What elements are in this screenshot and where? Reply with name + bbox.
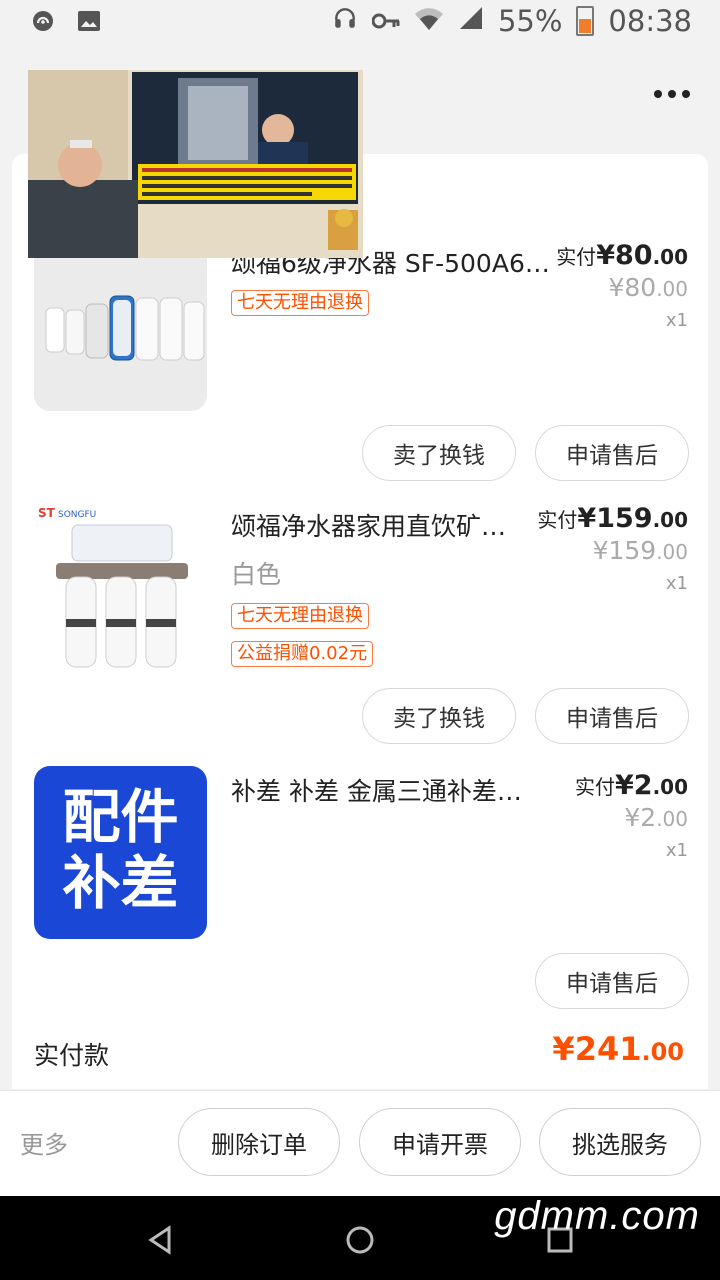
- home-icon[interactable]: [340, 1220, 380, 1260]
- key-icon: [371, 4, 400, 38]
- gallery-icon: [76, 8, 102, 34]
- paid-price: 实付¥159.00: [537, 503, 688, 534]
- paid-price: 实付¥2.00: [574, 770, 688, 801]
- status-bar: 55% 08:38: [0, 0, 720, 44]
- original-price: ¥159.00: [592, 536, 688, 565]
- order-item[interactable]: ST SONGFU 颂福净水器家用直饮矿… 白色 七天无理由退换 公益捐赠0.0…: [12, 501, 708, 761]
- product-title[interactable]: 补差 补差 金属三通补差…: [231, 772, 561, 808]
- signal-icon: [458, 4, 484, 38]
- notification-icon: [30, 8, 56, 34]
- after-sale-button[interactable]: 申请售后: [535, 425, 689, 481]
- product-title[interactable]: 颂福净水器家用直饮矿…: [231, 507, 531, 543]
- delete-order-button[interactable]: 删除订单: [178, 1108, 340, 1176]
- total-amount: ¥241.00: [552, 1030, 684, 1068]
- svg-text:ST: ST: [38, 506, 56, 520]
- price-box: 实付¥159.00 ¥159.00 x1: [537, 503, 688, 594]
- floating-video-player[interactable]: [28, 70, 363, 258]
- thumb-text-line2: 补差: [62, 849, 179, 917]
- order-card: SONGFU 颂福6级净水器 SF-500A6… 七天无理由退换 实付¥80.0…: [12, 154, 708, 1089]
- return-policy-tag: 七天无理由退换: [231, 603, 369, 629]
- wifi-icon: [414, 4, 444, 38]
- more-actions[interactable]: 更多: [20, 1125, 68, 1160]
- quantity: x1: [665, 840, 688, 861]
- resell-button[interactable]: 卖了换钱: [362, 425, 516, 481]
- headphone-icon: [332, 4, 358, 38]
- order-item[interactable]: SONGFU 颂福6级净水器 SF-500A6… 七天无理由退换 实付¥80.0…: [12, 238, 708, 508]
- order-item[interactable]: 配件 补差 补差 补差 金属三通补差… 实付¥2.00 ¥2.00 x1 申请售…: [12, 766, 708, 1016]
- product-variant: 白色: [231, 560, 282, 589]
- more-options-icon[interactable]: [652, 84, 692, 104]
- request-invoice-button[interactable]: 申请开票: [359, 1108, 521, 1176]
- quantity: x1: [665, 310, 688, 331]
- total-row: 实付款 ¥241.00: [12, 1024, 708, 1084]
- resell-button[interactable]: 卖了换钱: [362, 688, 516, 744]
- clock: 08:38: [608, 4, 692, 38]
- quantity: x1: [665, 573, 688, 594]
- paid-price: 实付¥80.00: [556, 240, 688, 271]
- back-icon[interactable]: [140, 1220, 180, 1260]
- after-sale-button[interactable]: 申请售后: [535, 953, 689, 1009]
- bottom-action-bar: 更多 删除订单 申请开票 挑选服务: [0, 1090, 720, 1197]
- price-box: 实付¥2.00 ¥2.00 x1: [575, 770, 688, 861]
- original-price: ¥2.00: [624, 803, 688, 832]
- battery-percent: 55%: [497, 4, 563, 38]
- charity-tag: 公益捐赠0.02元: [231, 641, 374, 667]
- original-price: ¥80.00: [608, 273, 688, 302]
- return-policy-tag: 七天无理由退换: [231, 290, 369, 316]
- thumb-text-line1: 配件: [62, 783, 179, 851]
- system-nav-bar: gdmm.com: [0, 1194, 720, 1280]
- after-sale-button[interactable]: 申请售后: [535, 688, 689, 744]
- product-thumbnail[interactable]: ST SONGFU: [34, 501, 207, 674]
- svg-text:SONGFU: SONGFU: [58, 510, 96, 520]
- price-box: 实付¥80.00 ¥80.00 x1: [556, 240, 688, 331]
- watermark: gdmm.com: [494, 1194, 700, 1238]
- battery-icon: [576, 6, 595, 36]
- product-thumbnail[interactable]: SONGFU: [34, 238, 207, 411]
- product-thumbnail[interactable]: 配件 补差: [34, 766, 207, 939]
- total-label: 实付款: [34, 1041, 110, 1070]
- select-service-button[interactable]: 挑选服务: [539, 1108, 701, 1176]
